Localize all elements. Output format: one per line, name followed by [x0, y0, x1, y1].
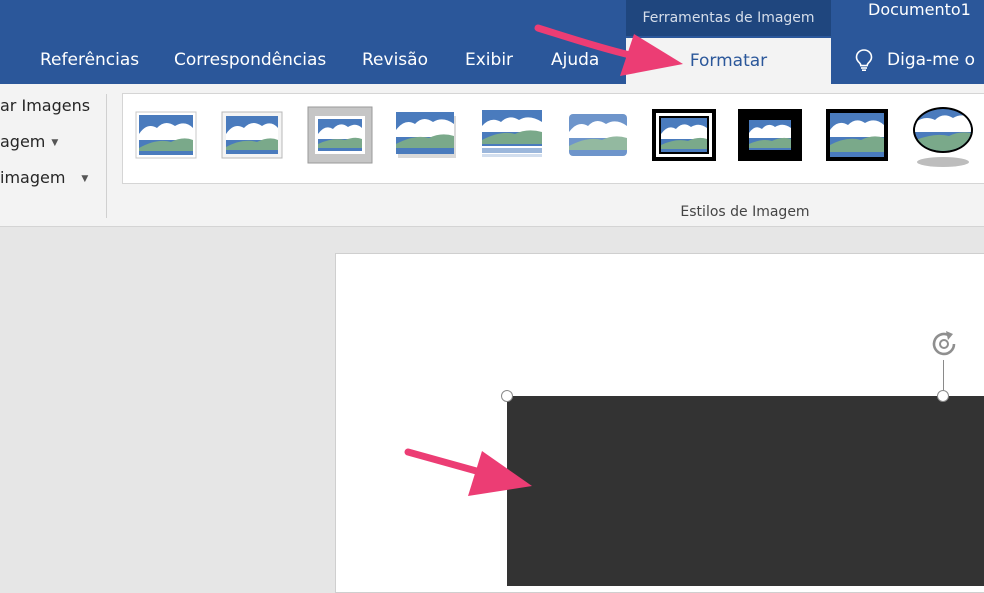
landscape-picture-icon — [569, 114, 627, 156]
landscape-picture-icon — [221, 111, 283, 159]
resize-handle-top-left[interactable] — [501, 390, 513, 402]
selected-picture[interactable] — [507, 396, 984, 586]
chevron-down-icon: ▼ — [81, 173, 89, 184]
landscape-picture-icon — [307, 106, 373, 164]
title-and-tab-bar: Ferramentas de Imagem Documento1 Referên… — [0, 0, 984, 84]
tab-format[interactable]: Formatar — [626, 38, 831, 84]
picture-tools-context-label: Ferramentas de Imagem — [626, 0, 831, 36]
picture-style-thumbnail-4[interactable] — [395, 110, 457, 160]
picture-style-thumbnail-2[interactable] — [221, 110, 283, 160]
landscape-picture-icon — [826, 109, 888, 161]
picture-style-thumbnail-9[interactable] — [825, 108, 889, 162]
document-title: Documento1 — [868, 0, 971, 19]
landscape-picture-icon — [396, 112, 456, 158]
landscape-picture-icon — [652, 109, 716, 161]
picture-style-thumbnail-5[interactable] — [481, 110, 543, 160]
picture-style-thumbnail-1[interactable] — [135, 110, 197, 160]
tab-help[interactable]: Ajuda — [551, 44, 599, 76]
reset-picture-button[interactable]: imagem ▼ — [0, 168, 88, 187]
change-picture-button[interactable]: agem ▼ — [0, 132, 58, 151]
picture-style-thumbnail-10[interactable] — [911, 104, 975, 170]
group-divider — [106, 94, 107, 218]
compress-pictures-button[interactable]: ar Imagens — [0, 96, 90, 115]
compress-pictures-label: ar Imagens — [0, 96, 91, 115]
tell-me-label: Diga-me o — [887, 50, 975, 70]
picture-style-thumbnail-8[interactable] — [737, 108, 803, 162]
landscape-picture-icon — [738, 109, 802, 161]
ribbon-format: ar Imagens agem ▼ imagem ▼ Estilos de Im… — [0, 84, 984, 227]
picture-style-thumbnail-3[interactable] — [307, 106, 373, 164]
picture-style-thumbnail-6[interactable] — [567, 110, 629, 160]
landscape-picture-icon — [913, 107, 973, 167]
landscape-picture-icon — [135, 111, 197, 159]
reset-picture-label: imagem — [0, 168, 66, 187]
landscape-picture-icon — [482, 110, 542, 157]
picture-style-thumbnail-7[interactable] — [651, 108, 717, 162]
resize-handle-top-middle[interactable] — [937, 390, 949, 402]
tab-references[interactable]: Referências — [40, 44, 139, 76]
picture-styles-group-label: Estilos de Imagem — [680, 204, 810, 220]
tab-review[interactable]: Revisão — [362, 44, 428, 76]
chevron-down-icon: ▼ — [51, 137, 59, 148]
change-picture-label: agem — [0, 132, 46, 151]
lightbulb-icon — [855, 49, 873, 71]
picture-styles-gallery — [122, 93, 984, 184]
rotation-connector — [943, 360, 944, 392]
tab-mailings[interactable]: Correspondências — [174, 44, 326, 76]
tell-me-search[interactable]: Diga-me o — [855, 44, 975, 76]
rotate-handle-icon[interactable] — [928, 328, 960, 360]
tab-view[interactable]: Exibir — [465, 44, 513, 76]
